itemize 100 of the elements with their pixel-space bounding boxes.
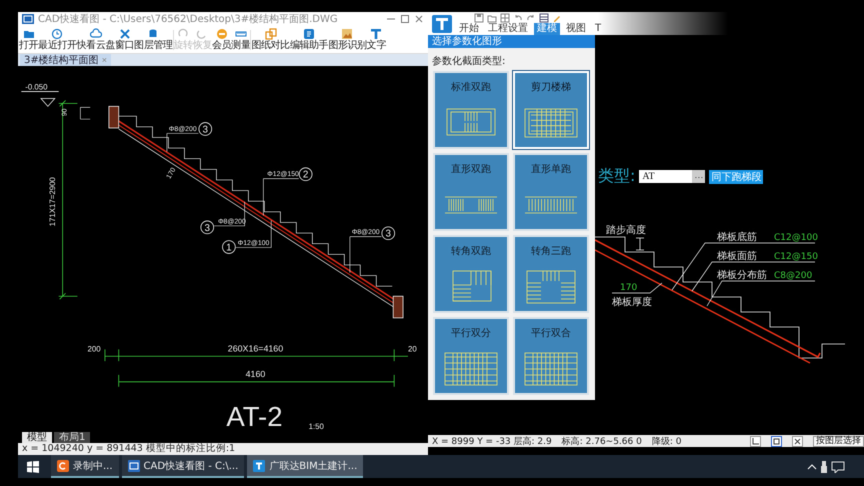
close-icon[interactable] [414,14,424,24]
support-block [108,106,120,128]
clock-icon [51,28,64,40]
toolbar-button[interactable]: 最近打开 [38,28,77,52]
dimension-text: 20 [408,344,417,354]
toolbar-button[interactable]: 图纸对比 [251,28,290,52]
folder-icon[interactable] [487,12,497,22]
stack-icon [147,28,160,40]
leader-line [166,133,199,152]
rebar-name: 梯板面筋 [717,251,757,262]
ribbon-tab[interactable]: 建模 [534,22,560,34]
cross-icon[interactable] [792,436,803,446]
type-field[interactable]: AT ··· [639,170,706,183]
image-icon [341,28,354,40]
stair-type-option[interactable]: 平行双分 [433,317,509,395]
taskbar-item[interactable]: 广联达BIM土建计... [247,455,364,478]
copy-icon [264,28,277,40]
elevation-marker [20,91,60,107]
dialog-title: 选择参数化图形 [428,35,595,48]
ribbon-tab[interactable]: 视图 [563,22,589,34]
stair-type-option[interactable]: 标准双跑 [433,71,509,149]
thickness-value: 170 [620,283,638,293]
support-block [392,296,404,318]
save-icon[interactable] [474,12,484,22]
cloud-icon [90,28,102,40]
callout-marker: 2 [298,167,312,181]
ribbon-tab[interactable]: 开始 [456,22,482,34]
toolbar-button[interactable]: 测量 [231,28,250,52]
scale-text: 1:50 [308,422,324,431]
callout-marker: 1 [222,240,236,254]
layout-tab[interactable]: 模型 [22,432,52,443]
grid-icon[interactable] [500,12,510,22]
leader-line [350,236,382,273]
thickness-label: 梯板厚度 [612,297,652,308]
stair-type-option[interactable]: 剪刀楼梯 [513,71,589,149]
window-title: CAD快速看图 - C:\Users\76562\Desktop\3#楼结构平面图.DWG [38,12,339,26]
app-logo-icon [253,460,266,472]
undo-icon[interactable] [513,12,523,22]
stair-type-option[interactable]: 平行双合 [513,317,589,395]
toolbar-button[interactable]: 编辑助手 [290,28,328,52]
status-text: x = 1049240 y = 891443 模型中的标注比例:1 [18,443,428,455]
corner-icon[interactable] [750,436,761,446]
dimension-line [80,107,90,120]
leader-line [263,178,300,216]
drawing-title: AT-2 [226,401,283,431]
cross-icon [118,28,131,40]
dimension-text: 4160 [246,368,266,379]
taskbar-item[interactable]: 录制中... [51,455,119,478]
maximize-icon[interactable] [400,14,410,24]
leader-line [612,282,662,294]
rebar-spec: C12@150 [774,252,818,262]
dimension-line [636,238,644,250]
usb-icon[interactable] [820,460,828,472]
rebar-spec: C12@100 [774,233,818,243]
toolbar-button[interactable]: 会员 [212,28,232,52]
redo-icon[interactable] [526,12,536,22]
toolbar-button[interactable]: 图形识别 [328,28,367,52]
table-icon[interactable] [539,12,549,22]
elevation-text: -0.050 [25,82,48,92]
toolbar-button[interactable]: 快看云盘 [76,28,116,52]
rebar-spec: C8@200 [774,271,812,281]
app-logo-icon [432,14,452,32]
dimension-text: 260X16=4160 [228,343,284,354]
step-height-label: 踏步高度 [606,225,646,236]
layout-tab[interactable]: 布局1 [54,432,90,443]
square-icon[interactable] [771,436,782,446]
rebar-name: 梯板分布筋 [717,270,767,281]
dimension-text: 200 [88,344,101,354]
dimension-text: 171X17=2900 [48,177,57,226]
chevron-up-icon[interactable] [807,462,817,472]
stair-type-option[interactable]: 直形单跑 [513,153,589,231]
status-text: 降级: 0 [652,436,682,448]
toolbar-button[interactable]: 图层管理 [134,28,173,52]
taskbar-item[interactable]: CAD快速看图 - C:\... [122,455,244,478]
toolbar-button[interactable]: 打开 [19,28,38,52]
text-icon [370,28,382,40]
stair-type-option[interactable]: 转角双跑 [433,235,509,313]
rebar-name: 梯板底筋 [717,232,757,243]
document-tab[interactable]: 3#楼结构平面图 × [20,54,112,66]
redo-icon [196,28,208,40]
app-icon [128,460,140,472]
recorder-icon [57,460,69,472]
callout-marker: 3 [382,226,396,240]
ribbon-tab[interactable]: T [592,22,604,34]
callout-marker: 3 [200,220,214,234]
ribbon-tab[interactable]: 工程设置 [485,22,531,34]
section-type-label: 参数化截面类型: [431,54,506,69]
browse-button[interactable]: ··· [692,170,706,183]
callout-marker: 3 [198,122,212,136]
type-label: 类型: [598,166,636,187]
windows-icon [27,460,39,472]
toolbar-button[interactable]: 文字 [366,28,386,52]
document-tab-label: 3#楼结构平面图 [24,54,99,67]
notification-icon[interactable] [831,460,845,472]
stair-type-option[interactable]: 转角三跑 [513,235,589,313]
toolbar-button[interactable]: 窗口 [115,28,134,52]
select-by-layer-button[interactable]: 按图层选择 [813,436,864,446]
status-text: 标高: 2.76~5.66 0 [562,436,642,448]
stair-type-option[interactable]: 直形双跑 [433,153,509,231]
status-text: X = 8999 Y = -33 层高: 2.9 [432,436,552,448]
